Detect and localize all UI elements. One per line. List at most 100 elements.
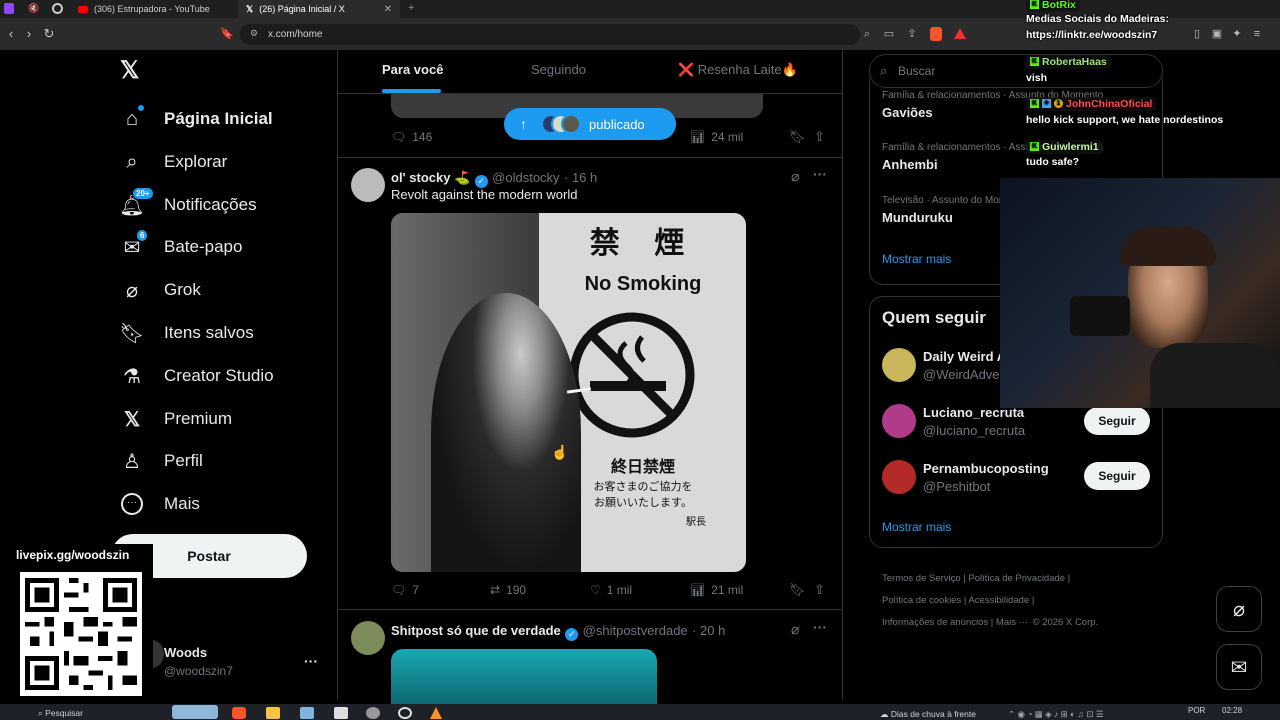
nav-creator-studio[interactable]: ⚗ Creator Studio xyxy=(118,356,274,396)
nav-home[interactable]: ⌂ Página Inicial xyxy=(118,99,273,139)
follow-button[interactable]: Seguir xyxy=(1084,407,1150,435)
url-bar[interactable]: ⚙ x.com/home xyxy=(240,24,860,45)
nav-profile[interactable]: ♙ Perfil xyxy=(118,441,203,481)
browser-icon[interactable] xyxy=(52,3,63,14)
brave-taskbar-icon[interactable] xyxy=(232,707,246,719)
tab-for-you[interactable]: Para você xyxy=(382,62,443,77)
share-post-icon[interactable]: ⇧ xyxy=(814,582,825,598)
mute-icon[interactable]: 🔇 xyxy=(28,3,39,14)
suggestion-name[interactable]: Daily Weird A xyxy=(923,349,1006,364)
app-taskbar-icon[interactable] xyxy=(300,707,314,719)
reload-icon[interactable]: ↻ xyxy=(40,25,58,43)
tab-youtube[interactable]: (306) Estrupadora - YouTube xyxy=(70,0,236,18)
forward-icon[interactable]: › xyxy=(20,25,38,43)
suggestion-name[interactable]: Pernambucoposting xyxy=(923,461,1049,476)
footer-privacy[interactable]: Política de Privacidade xyxy=(968,573,1065,584)
cast-icon[interactable]: ▭ xyxy=(882,27,896,41)
post-time[interactable]: · 20 h xyxy=(692,623,725,638)
streamer-hair xyxy=(1120,226,1216,266)
nav-grok[interactable]: ⌀ Grok xyxy=(118,270,201,310)
repost-button[interactable]: ⇄ 190 xyxy=(490,583,526,597)
nav-notifications[interactable]: 🔔︎ 20+ Notificações xyxy=(118,185,257,225)
share-post-icon[interactable]: ⇧ xyxy=(814,129,825,145)
grok-float-button[interactable]: ⌀ xyxy=(1216,586,1262,632)
nav-more[interactable]: ··· Mais xyxy=(118,484,200,524)
tab-x-home[interactable]: 𝕏 (26) Página Inicial / X ✕ xyxy=(238,0,400,18)
bookmark-page-icon[interactable]: 🔖 xyxy=(220,27,234,41)
language-indicator[interactable]: POR xyxy=(1188,706,1205,715)
show-more-suggestions[interactable]: Mostrar mais xyxy=(882,520,951,534)
author-handle[interactable]: @shitpostverdade xyxy=(583,623,688,638)
grok-icon: ⌀ xyxy=(1232,598,1246,621)
footer-accessibility[interactable]: Acessibilidade xyxy=(968,595,1029,606)
footer-ads-info[interactable]: Informações de anúncios xyxy=(882,617,988,628)
views-button[interactable]: 📊︎ 24 mil xyxy=(690,130,743,144)
author-name[interactable]: Shitpost só que de verdade xyxy=(391,623,561,638)
reply-button[interactable]: 🗨︎ 146 xyxy=(391,130,432,144)
share-icon[interactable]: ⇪ xyxy=(905,27,919,41)
menu-icon[interactable]: ≡ xyxy=(1250,27,1264,41)
avatar[interactable] xyxy=(882,348,916,382)
brave-rewards-icon[interactable] xyxy=(954,28,966,39)
avatar[interactable] xyxy=(882,460,916,494)
messages-float-button[interactable]: ✉ xyxy=(1216,644,1262,690)
wallet-icon[interactable]: ▣ xyxy=(1210,27,1224,41)
footer-more[interactable]: Mais ··· xyxy=(996,617,1028,628)
follow-button[interactable]: Seguir xyxy=(1084,462,1150,490)
views-button[interactable]: 📊︎ 21 mil xyxy=(690,583,743,597)
avatar[interactable] xyxy=(351,168,385,202)
grok-icon[interactable]: ⌀ xyxy=(791,621,799,638)
post-menu-icon[interactable]: ··· xyxy=(813,166,827,182)
close-tab-icon[interactable]: ✕ xyxy=(384,4,392,15)
folder-taskbar-icon[interactable] xyxy=(266,707,280,719)
sidebar-icon[interactable]: ▯ xyxy=(1190,27,1204,41)
twitch-icon[interactable] xyxy=(4,3,14,14)
sign-kanji: 禁 煙 xyxy=(589,226,697,261)
author-name[interactable]: ol' stocky ⛳ xyxy=(391,170,470,185)
new-tab-icon[interactable]: + xyxy=(408,2,414,14)
reply-button[interactable]: 🗨︎ 7 xyxy=(391,583,419,597)
nav-premium[interactable]: 𝕏 Premium xyxy=(118,399,232,439)
nav-explore[interactable]: ⌕ Explorar xyxy=(118,142,227,182)
tab-following[interactable]: Seguindo xyxy=(531,62,586,77)
taskbar-search[interactable]: ⌕ Pesquisar xyxy=(38,708,83,719)
footer-cookies[interactable]: Política de cookies xyxy=(882,595,961,606)
clock[interactable]: 02:28 xyxy=(1222,706,1242,715)
avatar[interactable] xyxy=(351,621,385,655)
nav-bookmarks[interactable]: 🔖︎ Itens salvos xyxy=(118,313,253,353)
post-image[interactable]: 禁 煙 No Smoking 終日禁煙 お客さまのご協力を お願いいたします。 … xyxy=(391,213,746,572)
grok-icon[interactable]: ⌀ xyxy=(791,168,799,185)
author-handle[interactable]: @oldstocky xyxy=(492,170,559,185)
like-button[interactable]: ♡ 1 mil xyxy=(590,583,632,597)
app-taskbar-icon[interactable] xyxy=(366,707,380,719)
post-image[interactable] xyxy=(391,649,657,704)
system-tray-icons[interactable]: ⌃ ◉ ◔ ▦ ◈ ♪ ⊞ ◐ ♫ ⊡ ☰ xyxy=(1008,709,1103,720)
reply-icon: 🗨︎ xyxy=(391,130,407,144)
account-menu-icon[interactable]: ··· xyxy=(304,653,318,669)
tab-list[interactable]: ❌ Resenha Laite🔥 xyxy=(678,62,798,78)
post-menu-icon[interactable]: ··· xyxy=(813,619,827,635)
chat-badge: 6 xyxy=(136,229,149,242)
chat-text: https://linktr.ee/woodszin7 xyxy=(1026,29,1158,41)
show-more-trends[interactable]: Mostrar mais xyxy=(882,252,951,266)
x-logo-icon[interactable]: 𝕏 xyxy=(120,59,144,83)
footer-terms[interactable]: Termos de Serviço xyxy=(882,573,961,584)
zoom-icon[interactable]: ⌕ xyxy=(860,27,874,41)
avatar[interactable] xyxy=(882,404,916,438)
back-icon[interactable]: ‹ xyxy=(2,25,20,43)
app-taskbar-icon[interactable] xyxy=(334,707,348,719)
new-posts-pill[interactable]: ↑ publicado xyxy=(504,108,676,140)
kick-badge-icon: K xyxy=(1030,99,1039,108)
weather-status[interactable]: ☁ Dias de chuva à frente xyxy=(880,709,976,720)
site-info-icon[interactable]: ⚙ xyxy=(250,28,258,39)
post-time[interactable]: · 16 h xyxy=(564,170,597,185)
weather-widget-icon[interactable] xyxy=(172,705,218,719)
extensions-icon[interactable]: ✦ xyxy=(1230,27,1244,41)
obs-taskbar-icon[interactable] xyxy=(398,707,412,719)
no-smoking-icon xyxy=(569,312,695,438)
bookmark-post-icon[interactable]: 🔖︎ xyxy=(789,129,806,145)
trend-item[interactable]: Família & relacionamentos · Assunto do M… xyxy=(882,142,1150,176)
nav-chat[interactable]: ✉ 6 Bate-papo xyxy=(118,227,242,267)
bookmark-post-icon[interactable]: 🔖︎ xyxy=(789,582,806,598)
brave-shield-icon[interactable] xyxy=(930,27,942,41)
